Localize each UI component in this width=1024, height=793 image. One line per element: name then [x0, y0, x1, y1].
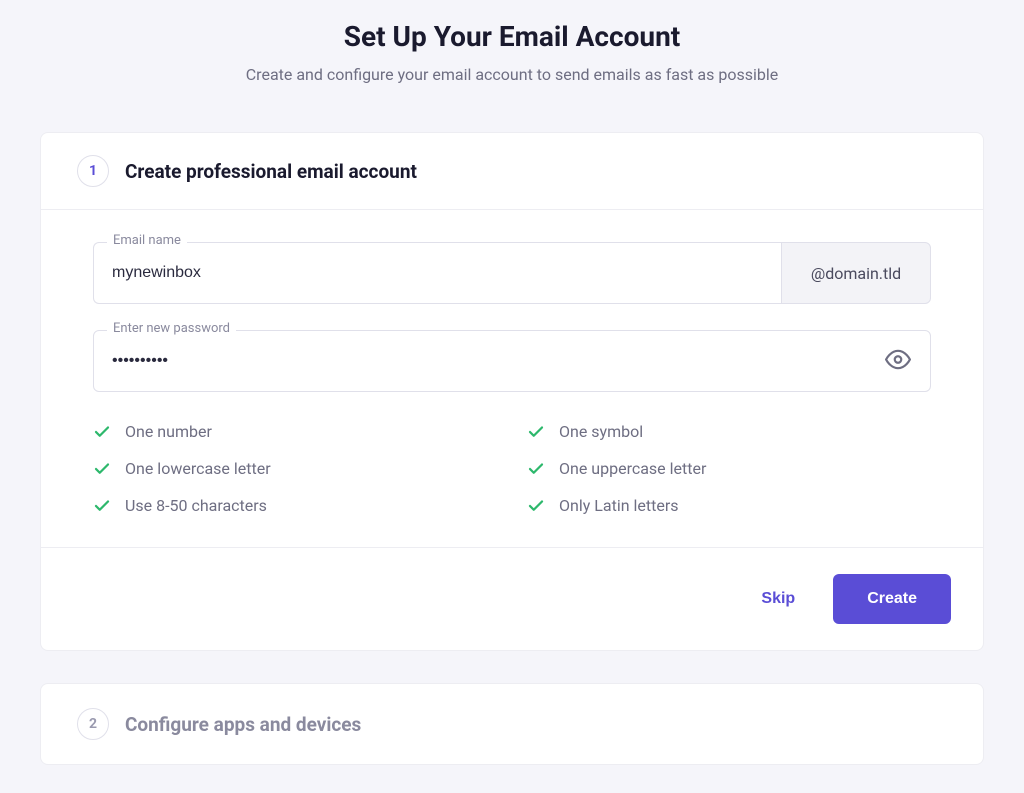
- domain-suffix: @domain.tld: [781, 242, 931, 304]
- check-icon: [527, 497, 545, 515]
- page-title: Set Up Your Email Account: [40, 20, 984, 53]
- step-2-card: 2 Configure apps and devices: [40, 683, 984, 765]
- requirement-text: Use 8-50 characters: [125, 496, 267, 515]
- step-1-body: Email name @domain.tld Enter new passwor…: [41, 209, 983, 547]
- step-2-title: Configure apps and devices: [125, 713, 361, 736]
- password-field-wrap: Enter new password: [93, 330, 931, 392]
- email-label: Email name: [107, 233, 187, 248]
- requirement-text: One lowercase letter: [125, 459, 271, 478]
- create-button[interactable]: Create: [833, 574, 951, 624]
- requirement-text: One number: [125, 422, 212, 441]
- eye-icon: [885, 347, 911, 376]
- password-input[interactable]: [93, 330, 931, 392]
- step-2-badge: 2: [77, 708, 109, 740]
- page-subtitle: Create and configure your email account …: [40, 65, 984, 84]
- check-icon: [527, 423, 545, 441]
- requirement-item: Only Latin letters: [527, 496, 931, 515]
- email-field-wrap: Email name @domain.tld: [93, 242, 931, 304]
- check-icon: [93, 460, 111, 478]
- requirement-item: One uppercase letter: [527, 459, 931, 478]
- email-input[interactable]: [93, 242, 781, 304]
- requirement-text: One uppercase letter: [559, 459, 706, 478]
- skip-button[interactable]: Skip: [751, 578, 805, 620]
- email-row: @domain.tld: [93, 242, 931, 304]
- step-1-badge: 1: [77, 155, 109, 187]
- requirement-item: One symbol: [527, 422, 931, 441]
- check-icon: [527, 460, 545, 478]
- toggle-password-button[interactable]: [879, 341, 917, 382]
- requirement-item: One number: [93, 422, 497, 441]
- step-1-header: 1 Create professional email account: [41, 133, 983, 209]
- password-requirements: One number One symbol One lowercase lett…: [93, 418, 931, 523]
- check-icon: [93, 497, 111, 515]
- password-label: Enter new password: [107, 321, 236, 336]
- step-1-footer: Skip Create: [41, 547, 983, 650]
- requirement-text: One symbol: [559, 422, 643, 441]
- requirement-item: One lowercase letter: [93, 459, 497, 478]
- step-1-title: Create professional email account: [125, 160, 417, 183]
- requirement-item: Use 8-50 characters: [93, 496, 497, 515]
- step-1-card: 1 Create professional email account Emai…: [40, 132, 984, 651]
- requirement-text: Only Latin letters: [559, 496, 679, 515]
- step-2-header[interactable]: 2 Configure apps and devices: [41, 684, 983, 764]
- check-icon: [93, 423, 111, 441]
